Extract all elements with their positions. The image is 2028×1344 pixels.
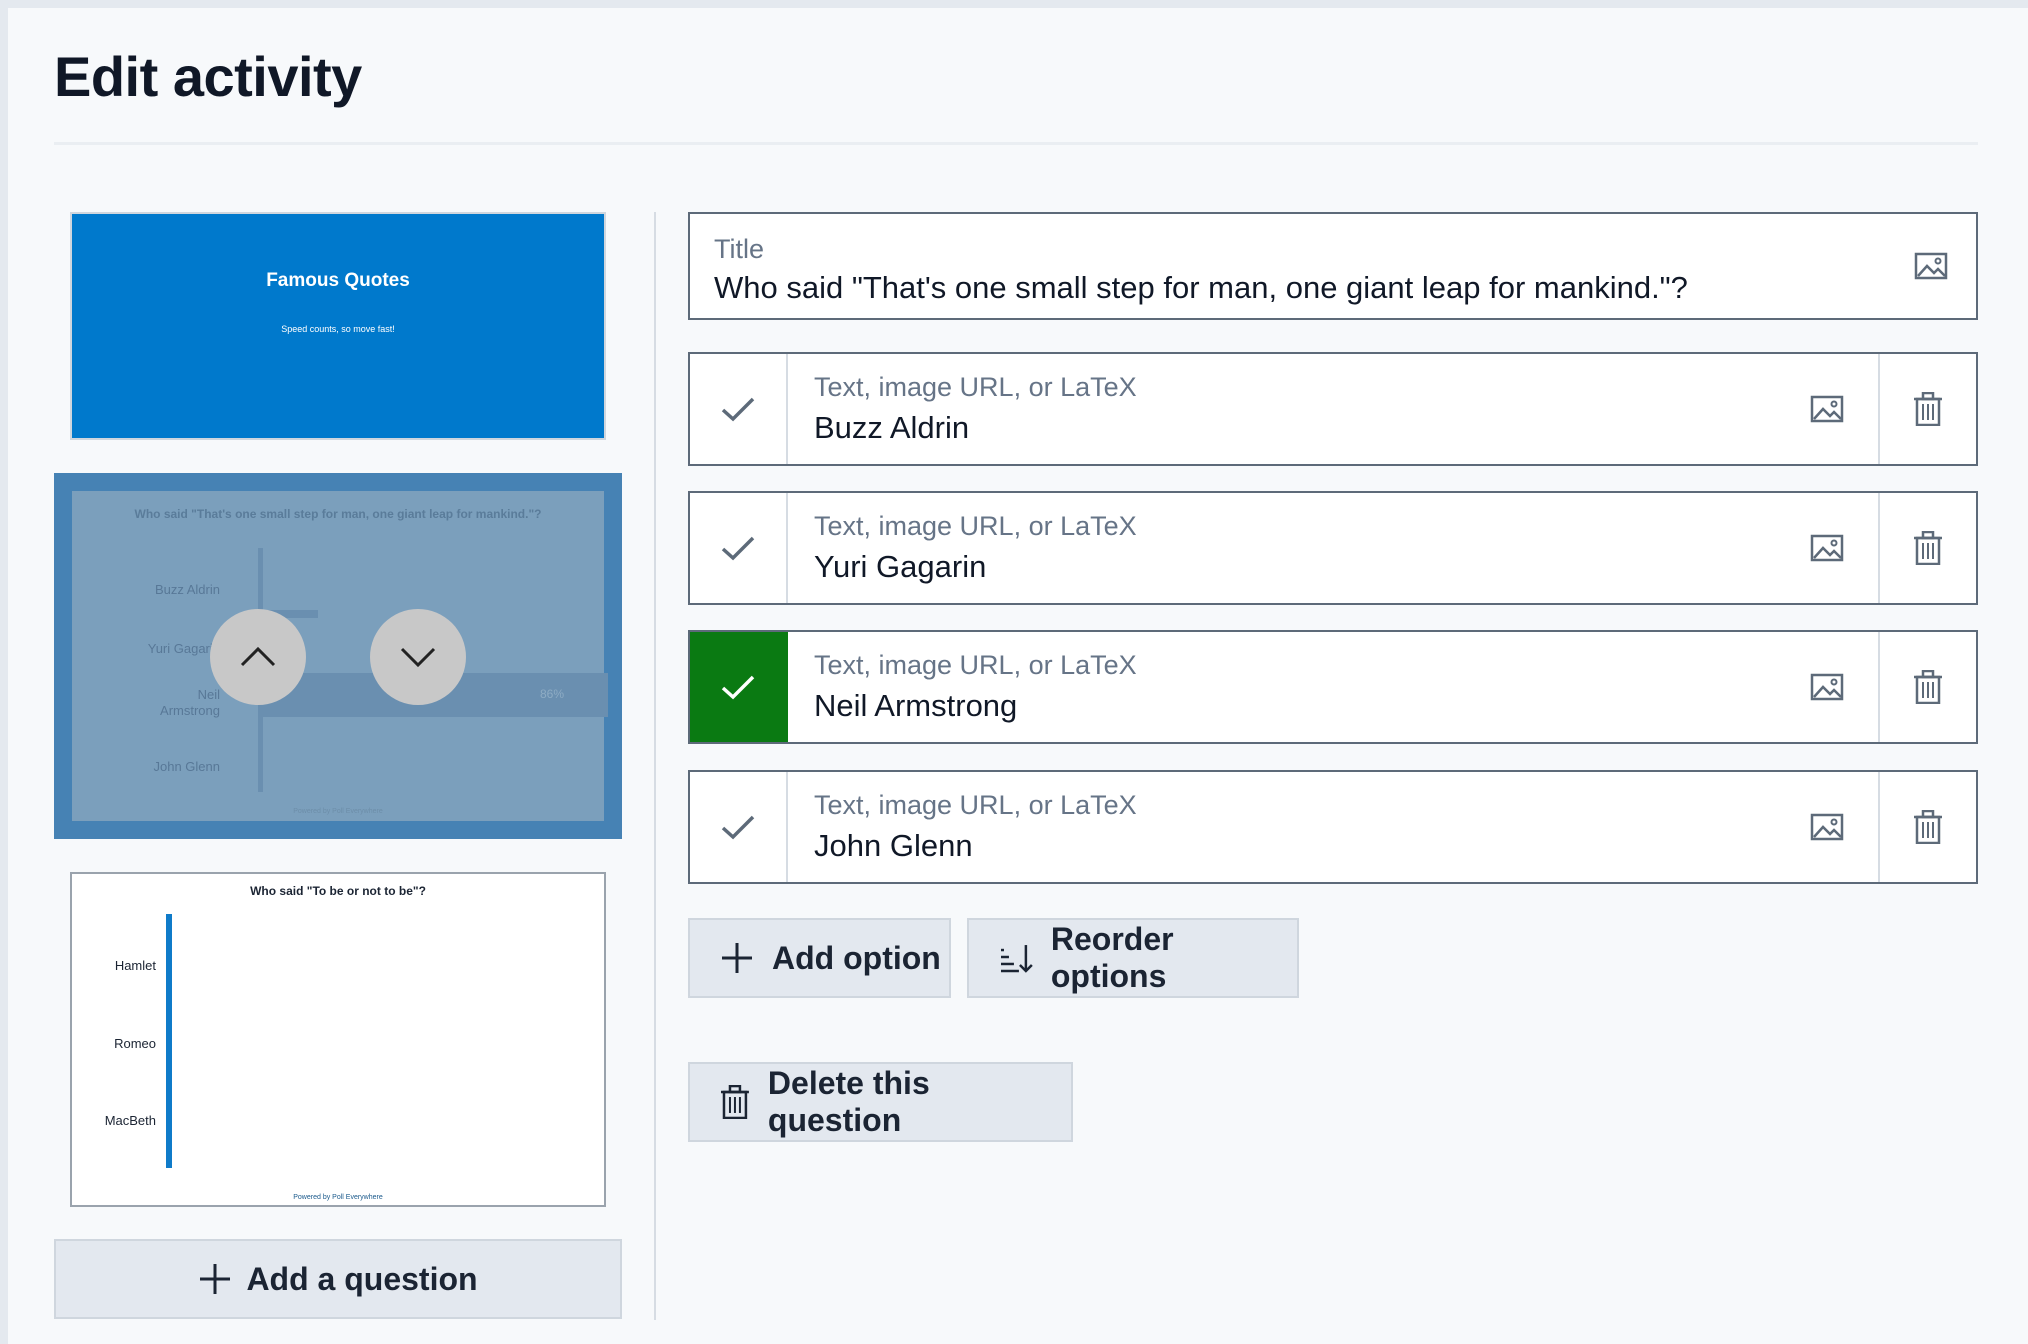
plus-icon — [200, 1264, 231, 1294]
slide-thumbnail-3[interactable]: Who said "To be or not to be"? Hamlet Ro… — [70, 872, 606, 1207]
option-placeholder: Text, image URL, or LaTeX — [814, 372, 1137, 402]
slide-question: Who said "That's one small step for man,… — [134, 507, 542, 521]
slide-subtitle: Speed counts, so move fast! — [281, 324, 395, 334]
mark-correct-button[interactable] — [690, 632, 788, 742]
powered-by: Powered by Poll Everywhere — [293, 1194, 383, 1201]
mark-correct-button[interactable] — [690, 354, 788, 464]
image-icon — [1810, 534, 1844, 562]
slide-thumbnail-2[interactable]: Who said "That's one small step for man,… — [54, 473, 622, 839]
slide-option-label: Hamlet — [114, 958, 156, 973]
trash-icon — [1914, 531, 1942, 565]
image-icon — [1810, 673, 1844, 701]
reorder-options-label: Reorder options — [1050, 921, 1174, 994]
mark-correct-button[interactable] — [690, 493, 788, 603]
option-row: Text, image URL, or LaTeX Yuri Gagarin — [688, 491, 1978, 605]
slide-option-label: John Glenn — [153, 759, 221, 774]
option-image-button[interactable] — [1778, 354, 1876, 464]
delete-option-button[interactable] — [1878, 772, 1976, 882]
chevron-up-icon — [240, 646, 276, 667]
delete-question-button[interactable]: Delete this question — [688, 1062, 1073, 1142]
delete-option-button[interactable] — [1878, 493, 1976, 603]
option-row: Text, image URL, or LaTeX Neil Armstrong — [688, 630, 1978, 744]
slide-option-label: MacBeth — [104, 1113, 156, 1128]
option-row: Text, image URL, or LaTeX John Glenn — [688, 770, 1978, 884]
option-image-button[interactable] — [1778, 493, 1876, 603]
option-input[interactable]: Yuri Gagarin — [814, 549, 986, 585]
image-icon — [1810, 395, 1844, 423]
option-input[interactable]: Neil Armstrong — [814, 688, 1017, 724]
mark-correct-button[interactable] — [690, 772, 788, 882]
delete-option-button[interactable] — [1878, 354, 1976, 464]
option-input[interactable]: Buzz Aldrin — [814, 410, 969, 446]
check-icon — [721, 675, 755, 700]
delete-question-label: Delete this question — [767, 1065, 930, 1138]
trash-icon — [1914, 392, 1942, 426]
add-option-button[interactable]: Add option — [688, 918, 951, 998]
trash-icon — [720, 1085, 749, 1119]
check-icon — [721, 815, 755, 840]
slide-option-label: Yuri Gagarin — [147, 641, 220, 656]
add-option-label: Add option — [772, 939, 941, 976]
powered-by: Powered by Poll Everywhere — [293, 808, 383, 815]
panel-divider — [654, 212, 656, 1320]
page-title: Edit activity — [54, 45, 362, 108]
title-input[interactable]: Who said "That's one small step for man,… — [714, 270, 1688, 306]
image-icon — [1810, 813, 1844, 841]
title-image-button[interactable] — [1914, 252, 1948, 285]
trash-icon — [1914, 670, 1942, 704]
sort-icon — [1000, 945, 1033, 973]
slide-option-label: Romeo — [114, 1036, 156, 1051]
slide-question: Who said "To be or not to be"? — [250, 884, 426, 898]
move-down-button[interactable] — [370, 609, 466, 705]
slide-option-label: Armstrong — [160, 703, 220, 718]
check-icon — [721, 536, 755, 561]
title-field[interactable]: Title Who said "That's one small step fo… — [688, 212, 1978, 320]
option-input[interactable]: John Glenn — [814, 828, 973, 864]
chevron-down-icon — [400, 647, 436, 668]
slide-title: Famous Quotes — [266, 270, 410, 291]
option-row: Text, image URL, or LaTeX Buzz Aldrin — [688, 352, 1978, 466]
reorder-options-button[interactable]: Reorder options — [967, 918, 1299, 998]
slide-thumbnail-1[interactable]: Famous Quotes Speed counts, so move fast… — [70, 212, 606, 440]
slide-option-label: Neil — [197, 687, 220, 702]
chart-percent-label: 86% — [540, 687, 565, 701]
move-up-button[interactable] — [210, 609, 306, 705]
chart-axis — [166, 914, 172, 1168]
title-label: Title — [714, 234, 765, 264]
option-image-button[interactable] — [1778, 772, 1876, 882]
slide-preview: Who said "That's one small step for man,… — [72, 491, 608, 821]
slide-option-label: Buzz Aldrin — [154, 582, 220, 597]
add-question-button[interactable]: Add a question — [54, 1239, 622, 1319]
image-icon — [1914, 252, 1948, 280]
option-placeholder: Text, image URL, or LaTeX — [814, 650, 1137, 680]
trash-icon — [1914, 810, 1942, 844]
title-divider — [54, 142, 1978, 145]
delete-option-button[interactable] — [1878, 632, 1976, 742]
add-question-label: Add a question — [246, 1260, 478, 1297]
option-image-button[interactable] — [1778, 632, 1876, 742]
option-placeholder: Text, image URL, or LaTeX — [814, 511, 1137, 541]
plus-icon — [722, 943, 752, 973]
option-placeholder: Text, image URL, or LaTeX — [814, 790, 1137, 820]
check-icon — [721, 397, 755, 422]
